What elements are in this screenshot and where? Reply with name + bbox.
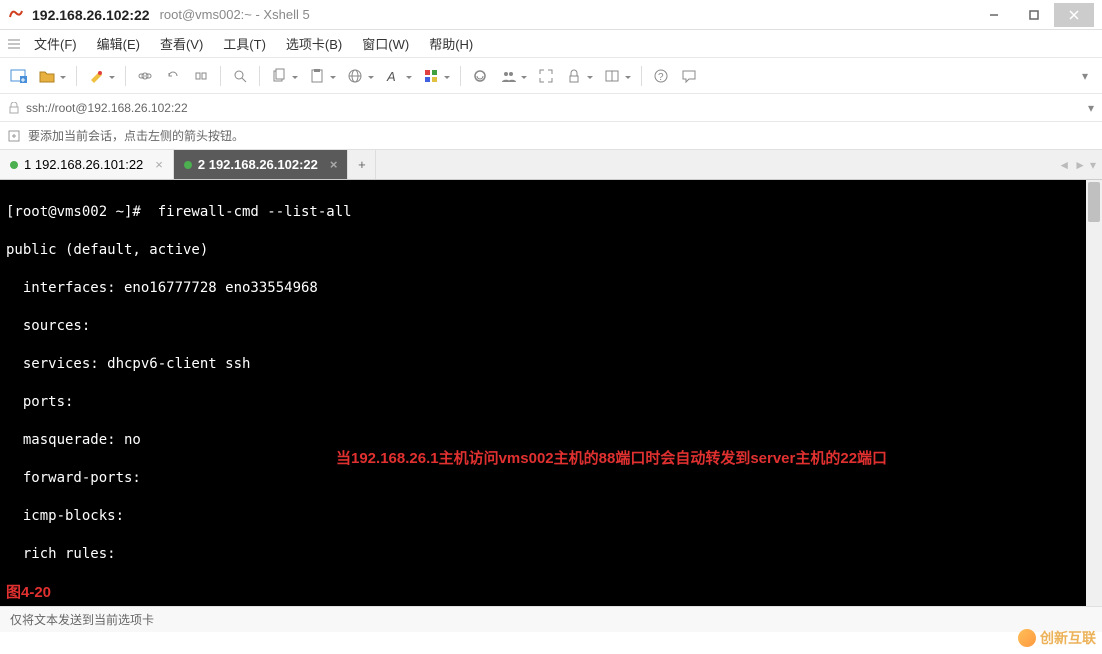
- close-tab-icon[interactable]: ×: [330, 157, 338, 172]
- session-tab-1[interactable]: 1 192.168.26.101:22 ×: [0, 150, 174, 179]
- status-dot-icon: [10, 161, 18, 169]
- status-text: 仅将文本发送到当前选项卡: [10, 611, 154, 628]
- terminal-line: masquerade: no: [6, 432, 141, 448]
- link-button[interactable]: [132, 63, 158, 89]
- annotation-text: 当192.168.26.1主机访问vms002主机的88端口时会自动转发到ser…: [336, 449, 887, 468]
- terminal-line: icmp-blocks:: [6, 508, 124, 524]
- status-dot-icon: [184, 161, 192, 169]
- sessions-button[interactable]: [467, 63, 493, 89]
- layout-button[interactable]: [599, 63, 625, 89]
- terminal-line: [root@vms002 ~]# firewall-cmd --list-all: [6, 204, 352, 220]
- scrollbar-thumb[interactable]: [1088, 182, 1100, 222]
- toolbar: A ? ▾: [0, 58, 1102, 94]
- app-icon: [8, 7, 24, 23]
- tabstrip: 1 192.168.26.101:22 × 2 192.168.26.102:2…: [0, 150, 1102, 180]
- menubar: 文件(F) 编辑(E) 查看(V) 工具(T) 选项卡(B) 窗口(W) 帮助(…: [0, 30, 1102, 58]
- terminal-line: ports:: [6, 394, 73, 410]
- menu-tabs[interactable]: 选项卡(B): [276, 30, 352, 57]
- watermark-icon: [1018, 629, 1036, 647]
- menu-file[interactable]: 文件(F): [24, 30, 87, 57]
- svg-text:A: A: [386, 69, 396, 84]
- reconnect-button[interactable]: [160, 63, 186, 89]
- menu-help[interactable]: 帮助(H): [419, 30, 483, 57]
- fullscreen-button[interactable]: [533, 63, 559, 89]
- add-session-icon[interactable]: [8, 130, 22, 142]
- session-tab-2[interactable]: 2 192.168.26.102:22 ×: [174, 150, 349, 179]
- terminal-line: services: dhcpv6-client ssh: [6, 356, 250, 372]
- addressbar: ssh://root@192.168.26.102:22 ▾: [0, 94, 1102, 122]
- terminal-line: sources:: [6, 318, 90, 334]
- figure-label: 图4-20: [6, 583, 51, 602]
- lock-button[interactable]: [561, 63, 587, 89]
- menu-window[interactable]: 窗口(W): [352, 30, 419, 57]
- encoding-button[interactable]: [342, 63, 368, 89]
- tab-next-icon[interactable]: ►: [1074, 158, 1086, 172]
- tab-prev-icon[interactable]: ◄: [1058, 158, 1070, 172]
- toolbar-overflow[interactable]: ▾: [1082, 69, 1096, 83]
- address-dropdown[interactable]: ▾: [1088, 101, 1094, 115]
- statusbar: 仅将文本发送到当前选项卡: [0, 606, 1102, 632]
- terminal-line: public (default, active): [6, 242, 208, 258]
- watermark: 创新互联: [1018, 628, 1096, 648]
- hamburger-icon[interactable]: [4, 39, 24, 49]
- highlight-button[interactable]: [83, 63, 109, 89]
- maximize-button[interactable]: [1014, 3, 1054, 27]
- tab-list-icon[interactable]: ▾: [1090, 158, 1096, 172]
- paste-button[interactable]: [304, 63, 330, 89]
- help-button[interactable]: ?: [648, 63, 674, 89]
- copy-button[interactable]: [266, 63, 292, 89]
- watermark-text: 创新互联: [1040, 628, 1096, 648]
- window-title-sub: root@vms002:~ - Xshell 5: [160, 7, 310, 22]
- scrollbar[interactable]: [1086, 180, 1102, 606]
- font-button[interactable]: A: [380, 63, 406, 89]
- disconnect-button[interactable]: [188, 63, 214, 89]
- hintbar: 要添加当前会话，点击左侧的箭头按钮。: [0, 122, 1102, 150]
- terminal-line: rich rules:: [6, 546, 116, 562]
- minimize-button[interactable]: [974, 3, 1014, 27]
- terminal-line: forward-ports:: [6, 470, 141, 486]
- chat-button[interactable]: [676, 63, 702, 89]
- menu-edit[interactable]: 编辑(E): [87, 30, 150, 57]
- terminal[interactable]: [root@vms002 ~]# firewall-cmd --list-all…: [0, 180, 1102, 606]
- new-session-button[interactable]: [6, 63, 32, 89]
- window-title-main: 192.168.26.102:22: [32, 7, 150, 23]
- close-tab-icon[interactable]: ×: [155, 157, 163, 172]
- svg-text:?: ?: [658, 72, 664, 83]
- search-button[interactable]: [227, 63, 253, 89]
- ssh-lock-icon: [8, 102, 20, 114]
- menu-view[interactable]: 查看(V): [150, 30, 213, 57]
- new-tab-button[interactable]: +: [348, 150, 376, 179]
- address-url[interactable]: ssh://root@192.168.26.102:22: [26, 101, 1082, 115]
- tab-nav: ◄ ► ▾: [1052, 150, 1102, 179]
- menu-tools[interactable]: 工具(T): [213, 30, 276, 57]
- hint-text: 要添加当前会话，点击左侧的箭头按钮。: [28, 127, 244, 144]
- titlebar: 192.168.26.102:22 root@vms002:~ - Xshell…: [0, 0, 1102, 30]
- open-button[interactable]: [34, 63, 60, 89]
- color-scheme-button[interactable]: [418, 63, 444, 89]
- users-button[interactable]: [495, 63, 521, 89]
- tab-label: 2 192.168.26.102:22: [198, 157, 318, 172]
- close-button[interactable]: [1054, 3, 1094, 27]
- tab-label: 1 192.168.26.101:22: [24, 157, 143, 172]
- terminal-line: interfaces: eno16777728 eno33554968: [6, 280, 318, 296]
